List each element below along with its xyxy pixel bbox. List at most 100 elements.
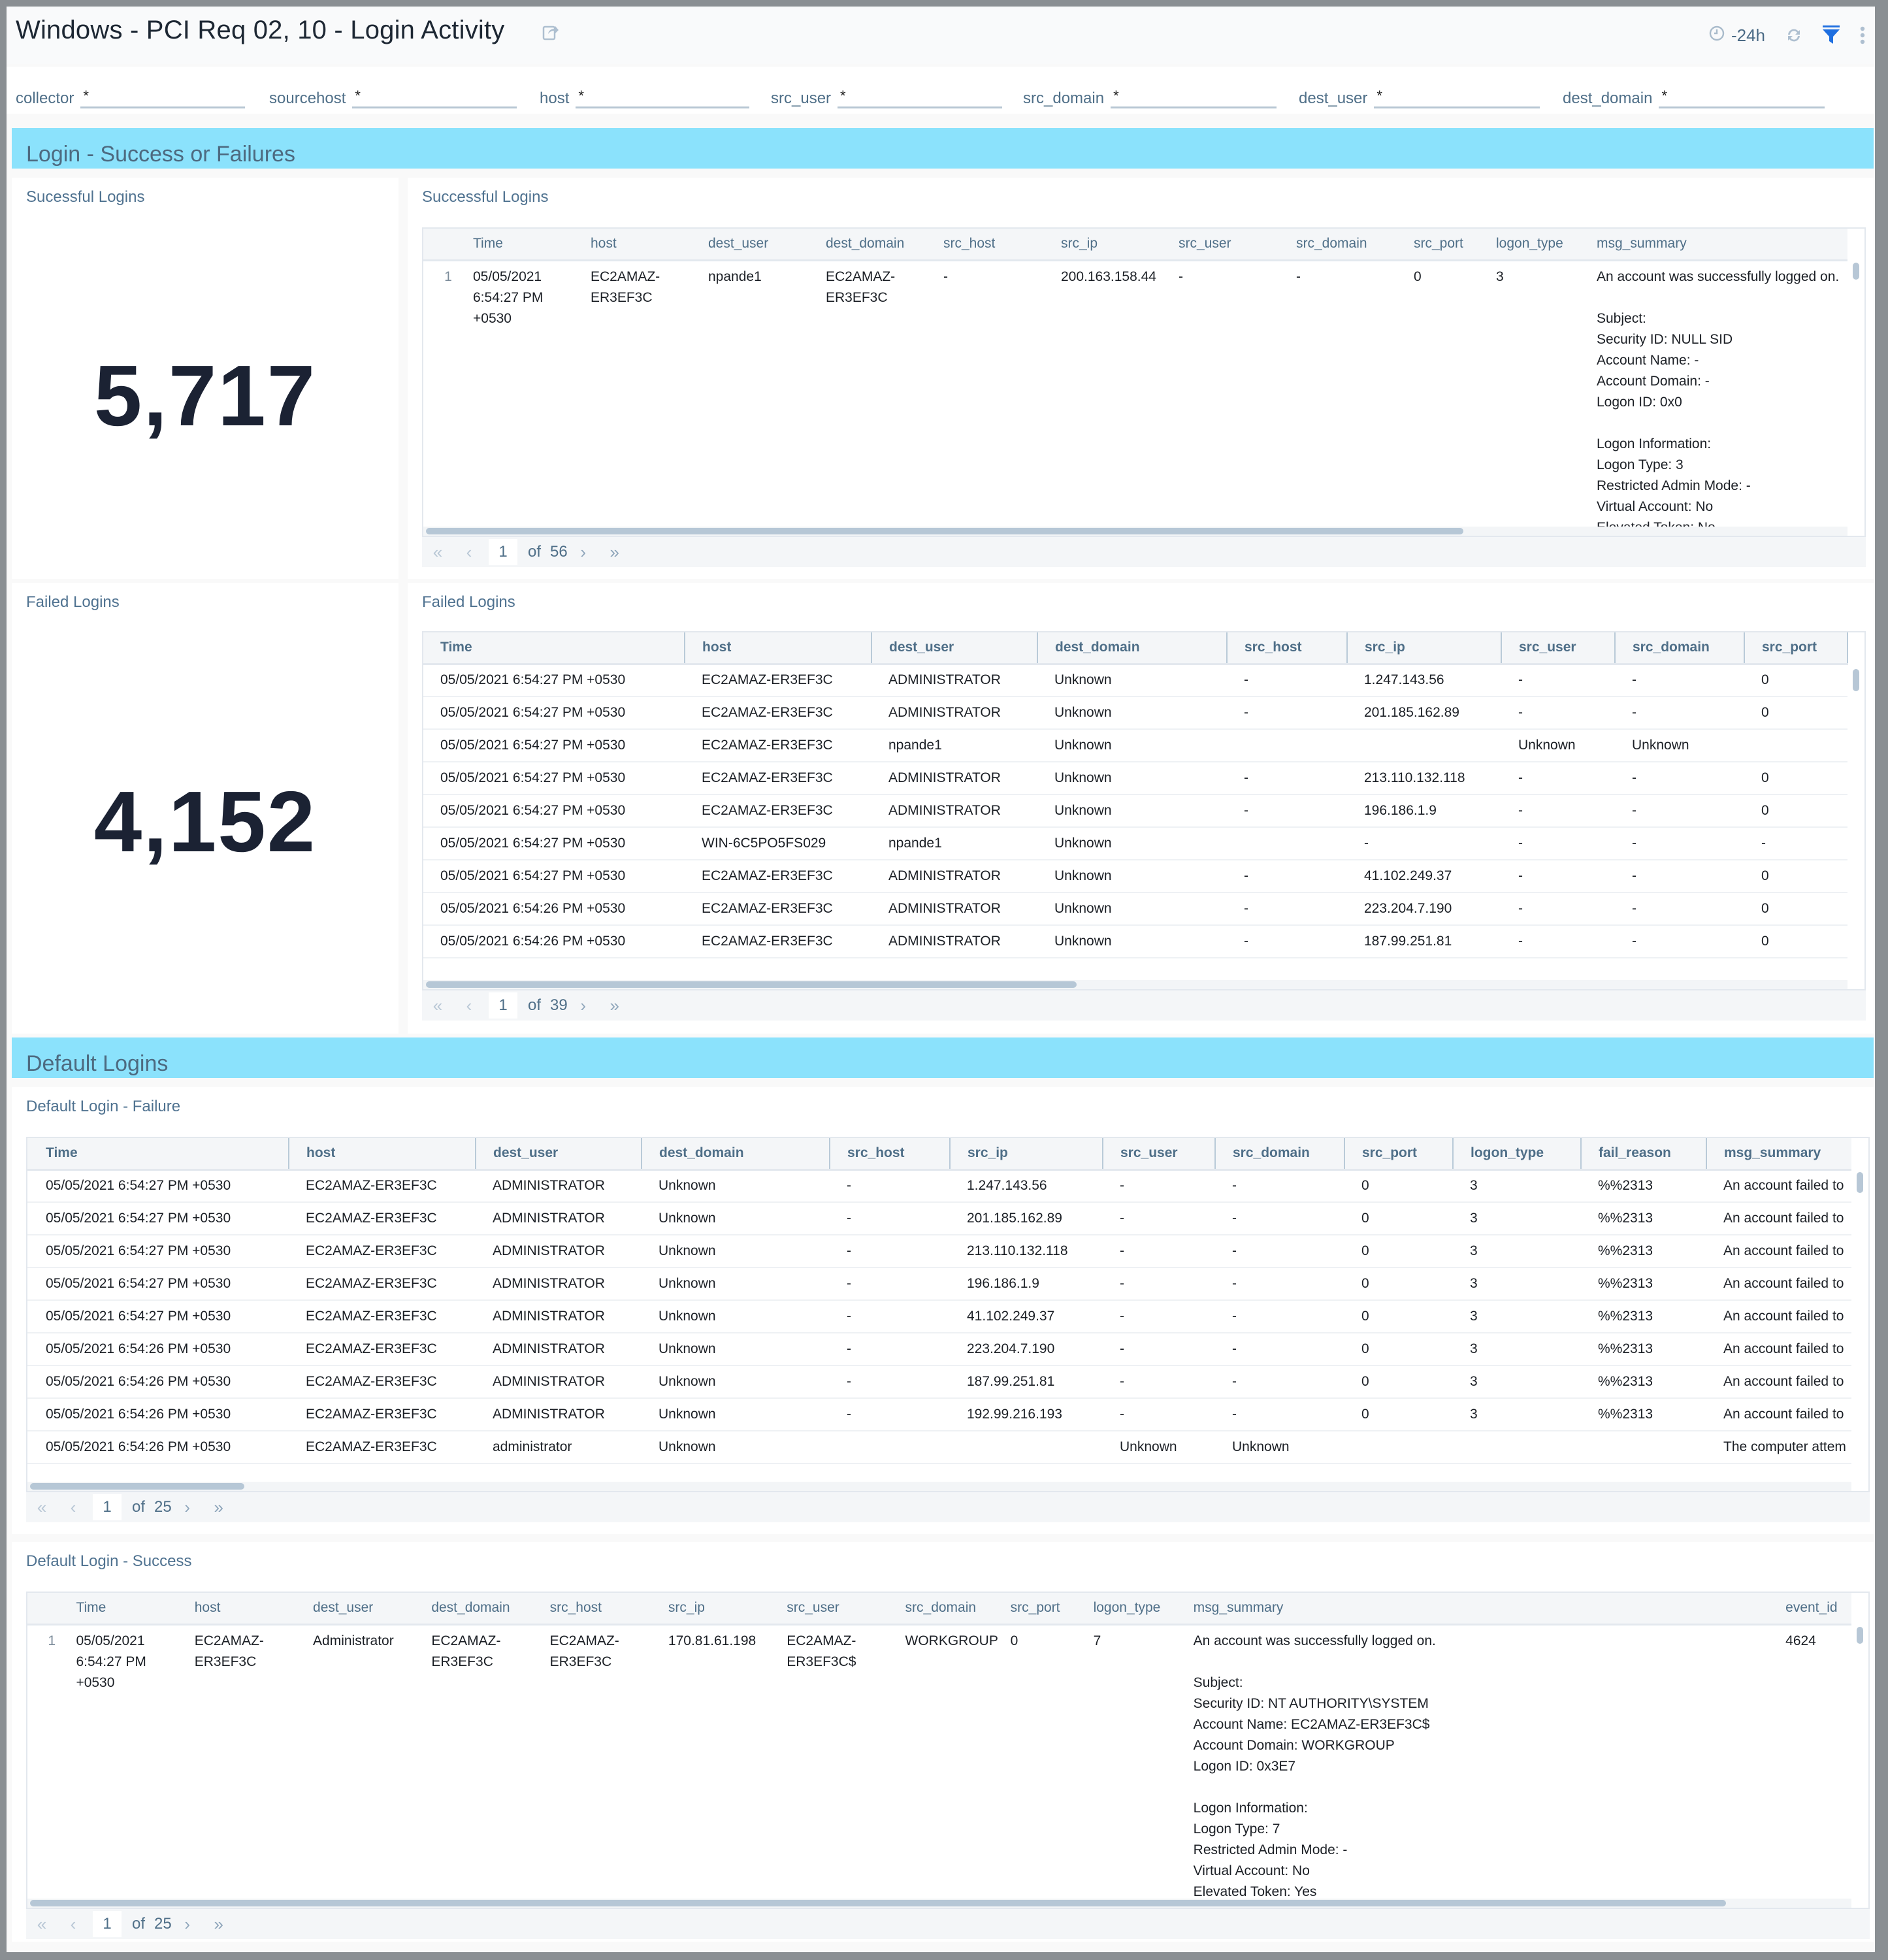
column-header-src-ip[interactable]: src_ip: [949, 1138, 1103, 1171]
table-row[interactable]: 05/05/2021 6:54:27 PM +0530 EC2AMAZ-ER3EF…: [27, 1235, 1851, 1268]
refresh-icon[interactable]: [1785, 26, 1803, 44]
first-page-button[interactable]: «: [26, 1914, 57, 1935]
horizontal-scrollbar-track[interactable]: [423, 527, 1847, 536]
column-header-dest-domain[interactable]: dest_domain: [423, 1593, 542, 1625]
column-header-src-user[interactable]: src_user: [1171, 229, 1288, 261]
column-header-fail-reason[interactable]: fail_reason: [1580, 1138, 1706, 1171]
table-row[interactable]: 05/05/2021 6:54:26 PM +0530 EC2AMAZ-ER3EF…: [27, 1365, 1851, 1399]
table-row[interactable]: 05/05/2021 6:54:26 PM +0530 EC2AMAZ-ER3EF…: [27, 1398, 1851, 1431]
column-header-src-domain[interactable]: src_domain: [1288, 229, 1406, 261]
column-header-src-domain[interactable]: src_domain: [897, 1593, 1003, 1625]
table-row[interactable]: 05/05/2021 6:54:27 PM +0530 EC2AMAZ-ER3EF…: [423, 729, 1847, 762]
dest-domain-input[interactable]: [1659, 85, 1825, 108]
column-header-src-domain[interactable]: src_domain: [1214, 1138, 1344, 1171]
table-row[interactable]: 05/05/2021 6:54:27 PM +0530 EC2AMAZ-ER3EF…: [423, 860, 1847, 893]
prev-page-button[interactable]: ‹: [453, 996, 485, 1016]
horizontal-scrollbar-thumb[interactable]: [426, 528, 1463, 534]
column-header-host[interactable]: host: [684, 632, 871, 665]
column-header-host[interactable]: host: [583, 229, 700, 261]
next-page-button[interactable]: ›: [568, 542, 599, 563]
column-header-dest-user[interactable]: dest_user: [700, 229, 818, 261]
column-header-time[interactable]: Time: [68, 1593, 187, 1625]
table-row[interactable]: 1 05/05/2021 6:54:27 PM +0530 EC2AMAZ-ER…: [27, 1624, 1851, 1903]
table-row[interactable]: 05/05/2021 6:54:27 PM +0530 EC2AMAZ-ER3EF…: [27, 1300, 1851, 1333]
vertical-scrollbar[interactable]: [1853, 263, 1859, 280]
src-user-input[interactable]: [838, 85, 1003, 108]
column-header-src-host[interactable]: src_host: [829, 1138, 950, 1171]
column-header-dest-user[interactable]: dest_user: [305, 1593, 424, 1625]
vertical-scrollbar[interactable]: [1857, 1627, 1863, 1644]
column-header-event-id[interactable]: event_id: [1778, 1593, 1851, 1625]
vertical-scrollbar[interactable]: [1857, 1172, 1863, 1193]
table-row[interactable]: 05/05/2021 6:54:27 PM +0530 WIN-6C5PO5FS0…: [423, 827, 1847, 860]
table-row[interactable]: 05/05/2021 6:54:26 PM +0530 EC2AMAZ-ER3EF…: [423, 925, 1847, 958]
first-page-button[interactable]: «: [422, 996, 453, 1016]
sourcehost-input[interactable]: [352, 85, 517, 108]
table-row[interactable]: 1 05/05/2021 6:54:27 PM +0530 EC2AMAZ-ER…: [423, 260, 1847, 536]
table-row[interactable]: 05/05/2021 6:54:27 PM +0530 EC2AMAZ-ER3EF…: [27, 1267, 1851, 1301]
column-header-src-user[interactable]: src_user: [779, 1593, 898, 1625]
column-header-dest-user[interactable]: dest_user: [871, 632, 1037, 665]
table-row[interactable]: 05/05/2021 6:54:26 PM +0530 EC2AMAZ-ER3EF…: [423, 892, 1847, 926]
last-page-button[interactable]: »: [203, 1914, 235, 1935]
column-header-msg-summary[interactable]: msg_summary: [1706, 1138, 1851, 1171]
next-page-button[interactable]: ›: [568, 996, 599, 1016]
column-header-dest-domain[interactable]: dest_domain: [1037, 632, 1227, 665]
dest-user-input[interactable]: [1374, 85, 1540, 108]
collector-input[interactable]: [80, 85, 246, 108]
column-header-dest-domain[interactable]: dest_domain: [641, 1138, 830, 1171]
prev-page-button[interactable]: ‹: [57, 1914, 89, 1935]
column-header-msg-summary[interactable]: msg_summary: [1185, 1593, 1778, 1625]
column-header-src-user[interactable]: src_user: [1501, 632, 1615, 665]
column-header-src-port[interactable]: src_port: [1744, 632, 1848, 665]
table-row[interactable]: 05/05/2021 6:54:27 PM +0530 EC2AMAZ-ER3EF…: [423, 762, 1847, 795]
column-header-logon-type[interactable]: logon_type: [1488, 229, 1589, 261]
column-header-src-user[interactable]: src_user: [1102, 1138, 1215, 1171]
column-header-src-host[interactable]: src_host: [542, 1593, 660, 1625]
next-page-button[interactable]: ›: [172, 1497, 203, 1518]
share-icon[interactable]: [542, 24, 559, 41]
table-row[interactable]: 05/05/2021 6:54:27 PM +0530 EC2AMAZ-ER3EF…: [27, 1202, 1851, 1235]
column-header-src-port[interactable]: src_port: [1406, 229, 1488, 261]
page-number-input[interactable]: 1: [93, 1911, 122, 1937]
table-row[interactable]: 05/05/2021 6:54:26 PM +0530 EC2AMAZ-ER3EF…: [27, 1431, 1851, 1464]
host-input[interactable]: [576, 85, 750, 108]
column-header-time[interactable]: Time: [423, 632, 685, 665]
column-header-src-ip[interactable]: src_ip: [660, 1593, 779, 1625]
page-number-input[interactable]: 1: [489, 539, 517, 565]
column-header-logon-type[interactable]: logon_type: [1085, 1593, 1186, 1625]
column-header-host[interactable]: host: [288, 1138, 476, 1171]
horizontal-scrollbar-thumb[interactable]: [30, 1900, 1726, 1906]
column-header-src-port[interactable]: src_port: [1002, 1593, 1086, 1625]
column-header-dest-user[interactable]: dest_user: [475, 1138, 642, 1171]
horizontal-scrollbar-thumb[interactable]: [426, 981, 1077, 988]
prev-page-button[interactable]: ‹: [57, 1497, 89, 1518]
table-row[interactable]: 05/05/2021 6:54:26 PM +0530 EC2AMAZ-ER3EF…: [27, 1333, 1851, 1366]
page-number-input[interactable]: 1: [93, 1494, 122, 1520]
more-vertical-icon[interactable]: [1859, 26, 1866, 44]
page-number-input[interactable]: 1: [489, 992, 517, 1019]
last-page-button[interactable]: »: [203, 1497, 235, 1518]
column-header-src-port[interactable]: src_port: [1344, 1138, 1453, 1171]
horizontal-scrollbar-track[interactable]: [27, 1899, 1851, 1908]
column-header-src-host[interactable]: src_host: [936, 229, 1053, 261]
column-header-msg-summary[interactable]: msg_summary: [1589, 229, 1847, 261]
first-page-button[interactable]: «: [422, 542, 453, 563]
column-header-time[interactable]: Time: [465, 229, 583, 261]
prev-page-button[interactable]: ‹: [453, 542, 485, 563]
vertical-scrollbar[interactable]: [1853, 669, 1859, 691]
column-header-time[interactable]: Time: [27, 1138, 289, 1171]
filter-icon[interactable]: [1823, 25, 1840, 45]
last-page-button[interactable]: »: [599, 996, 630, 1016]
time-range-picker[interactable]: -24h: [1709, 25, 1765, 46]
column-header-src-ip[interactable]: src_ip: [1053, 229, 1171, 261]
table-row[interactable]: 05/05/2021 6:54:27 PM +0530 EC2AMAZ-ER3EF…: [423, 696, 1847, 730]
table-row[interactable]: 05/05/2021 6:54:27 PM +0530 EC2AMAZ-ER3EF…: [423, 664, 1847, 697]
column-header-logon-type[interactable]: logon_type: [1452, 1138, 1581, 1171]
column-header-dest-domain[interactable]: dest_domain: [818, 229, 936, 261]
horizontal-scrollbar-thumb[interactable]: [30, 1483, 244, 1490]
table-row[interactable]: 05/05/2021 6:54:27 PM +0530 EC2AMAZ-ER3EF…: [27, 1169, 1851, 1203]
table-row[interactable]: 05/05/2021 6:54:27 PM +0530 EC2AMAZ-ER3EF…: [423, 794, 1847, 828]
column-header-src-host[interactable]: src_host: [1226, 632, 1347, 665]
next-page-button[interactable]: ›: [172, 1914, 203, 1935]
